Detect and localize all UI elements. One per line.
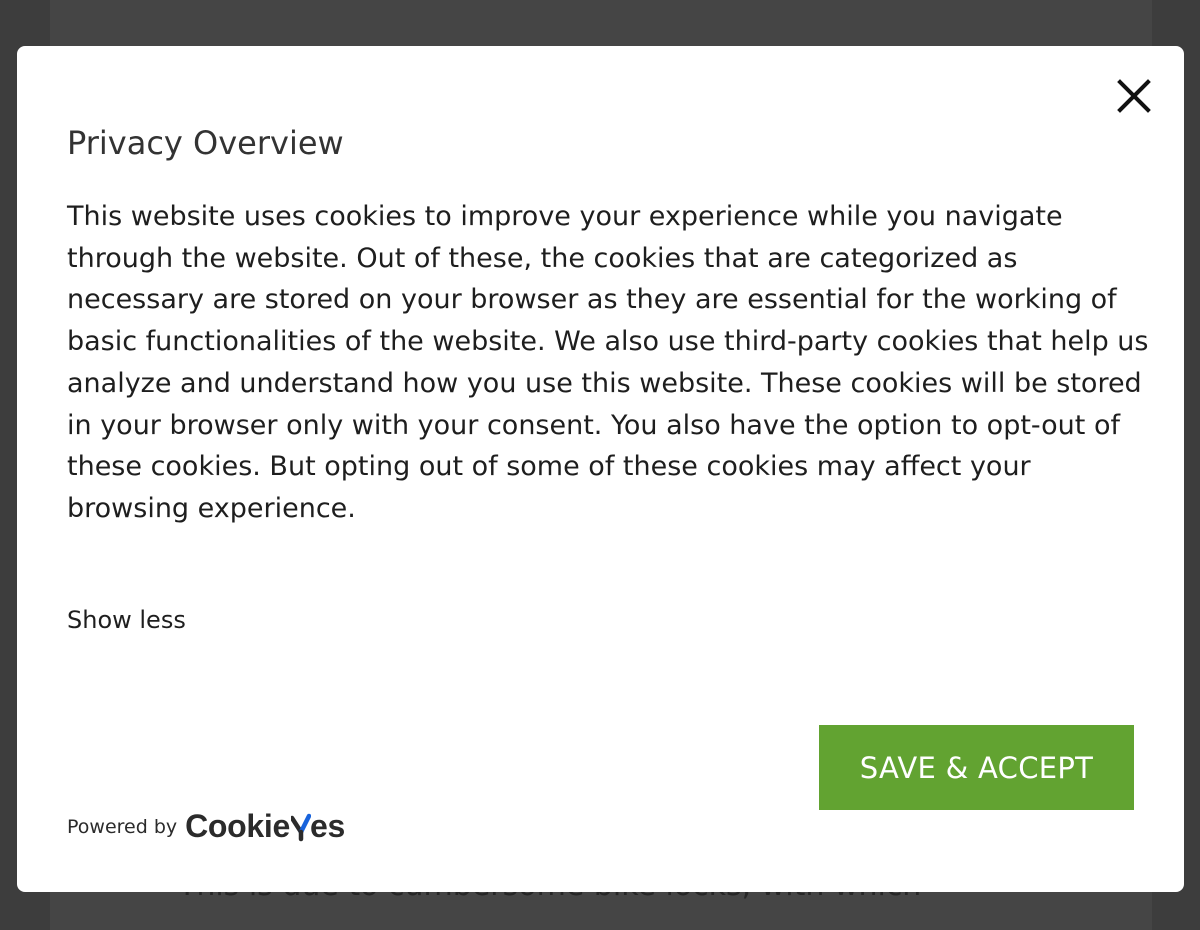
close-button[interactable] xyxy=(1117,76,1151,116)
save-accept-button[interactable]: SAVE & ACCEPT xyxy=(819,725,1134,810)
powered-by: Powered by Cookie es xyxy=(67,808,345,845)
privacy-description: This website uses cookies to improve you… xyxy=(67,201,1149,524)
powered-by-label: Powered by xyxy=(67,815,178,838)
show-less-link[interactable]: Show less xyxy=(67,606,186,634)
logo-text-end: es xyxy=(310,808,346,844)
modal-title: Privacy Overview xyxy=(67,124,344,162)
cookieyes-logo[interactable]: Cookie es xyxy=(185,808,345,845)
privacy-overview-modal: Privacy Overview This website uses cooki… xyxy=(17,46,1184,892)
close-icon xyxy=(1117,79,1151,113)
logo-text-start: Cookie xyxy=(185,808,291,844)
logo-y-mark-icon xyxy=(289,812,312,842)
